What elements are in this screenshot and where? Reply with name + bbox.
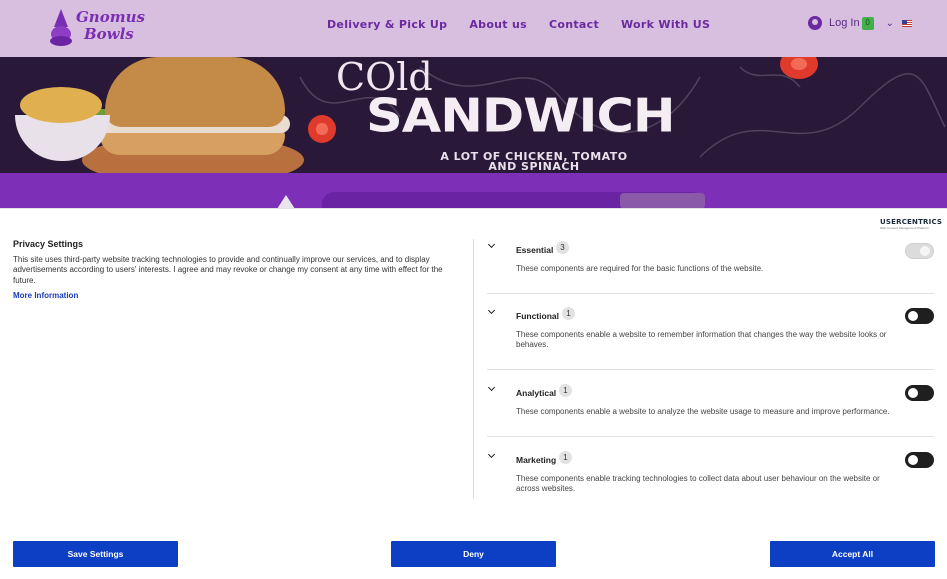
category-title[interactable]: Analytical <box>516 388 556 398</box>
more-information-link[interactable]: More Information <box>13 291 78 300</box>
logo-line-2: Bowls <box>84 25 134 43</box>
gnome-icon <box>50 9 72 46</box>
category-count-badge: 1 <box>559 384 572 397</box>
marketing-toggle[interactable] <box>905 452 934 468</box>
category-divider <box>487 293 934 294</box>
functional-toggle[interactable] <box>905 308 934 324</box>
potato-chips <box>20 87 102 123</box>
nav-contact[interactable]: Contact <box>549 18 599 31</box>
site-logo[interactable]: Gnomus Bowls <box>48 7 145 49</box>
sandwich-bun-top <box>105 57 285 127</box>
category-title[interactable]: Functional <box>516 311 559 321</box>
privacy-description: This site uses third-party website track… <box>13 255 443 285</box>
category-divider <box>487 436 934 437</box>
cart-count: 0 <box>865 17 870 27</box>
hero-title-large: SANDWICH <box>366 89 676 144</box>
logo-line-1: Gnomus <box>76 8 145 26</box>
category-description: These components enable a website to rem… <box>516 330 887 350</box>
hero-banner: COld SANDWICH A LOT OF CHICKEN, TOMATO A… <box>0 57 947 173</box>
deny-button[interactable]: Deny <box>391 541 556 567</box>
usercentrics-tagline: Web Consent Management Platform <box>880 226 929 230</box>
modal-column-divider <box>473 239 474 499</box>
account-icon[interactable] <box>808 16 822 30</box>
us-flag-icon[interactable] <box>901 19 912 27</box>
privacy-settings-modal: USERCENTRICS Web Consent Management Plat… <box>0 208 947 579</box>
chevron-down-icon[interactable] <box>487 384 497 394</box>
tomato-slice-left <box>308 115 336 143</box>
category-description: These components enable a website to ana… <box>516 407 890 416</box>
category-description: These components enable tracking technol… <box>516 474 880 494</box>
chevron-down-icon[interactable] <box>487 451 497 461</box>
chevron-down-icon[interactable] <box>487 241 497 251</box>
hero-subtitle-line-2: AND SPINACH <box>488 160 580 173</box>
language-chevron-down-icon[interactable]: ⌄ <box>886 18 894 29</box>
login-link[interactable]: Log In <box>829 17 860 29</box>
category-title[interactable]: Marketing <box>516 455 556 465</box>
cart-icon[interactable]: 0 <box>861 16 874 30</box>
analytical-toggle[interactable] <box>905 385 934 401</box>
site-header: Gnomus Bowls Delivery & Pick Up About us… <box>0 0 947 57</box>
purple-section <box>0 173 947 210</box>
usercentrics-logo: USERCENTRICS Web Consent Management Plat… <box>880 218 943 230</box>
user-area: Log In 0 ⌄ <box>808 16 912 30</box>
nav-about-us[interactable]: About us <box>469 18 527 31</box>
triangle-decoration <box>277 195 295 209</box>
category-count-badge: 3 <box>556 241 569 254</box>
promo-image <box>620 193 705 209</box>
hero-subtitle: A LOT OF CHICKEN, TOMATO AND SPINACH <box>434 151 634 173</box>
privacy-settings-title: Privacy Settings <box>13 239 84 249</box>
main-nav: Delivery & Pick Up About us Contact Work… <box>327 18 710 31</box>
category-title[interactable]: Essential <box>516 245 553 255</box>
nav-work-with-us[interactable]: Work With US <box>621 18 710 31</box>
category-divider <box>487 369 934 370</box>
chevron-down-icon[interactable] <box>487 307 497 317</box>
category-count-badge: 1 <box>562 307 575 320</box>
category-description: These components are required for the ba… <box>516 264 764 273</box>
category-count-badge: 1 <box>559 451 572 464</box>
accept-all-button[interactable]: Accept All <box>770 541 935 567</box>
nav-delivery-pickup[interactable]: Delivery & Pick Up <box>327 18 447 31</box>
usercentrics-wordmark: USERCENTRICS <box>880 218 943 226</box>
essential-toggle <box>905 243 934 259</box>
save-settings-button[interactable]: Save Settings <box>13 541 178 567</box>
logo-wordmark: Gnomus Bowls <box>76 9 145 43</box>
